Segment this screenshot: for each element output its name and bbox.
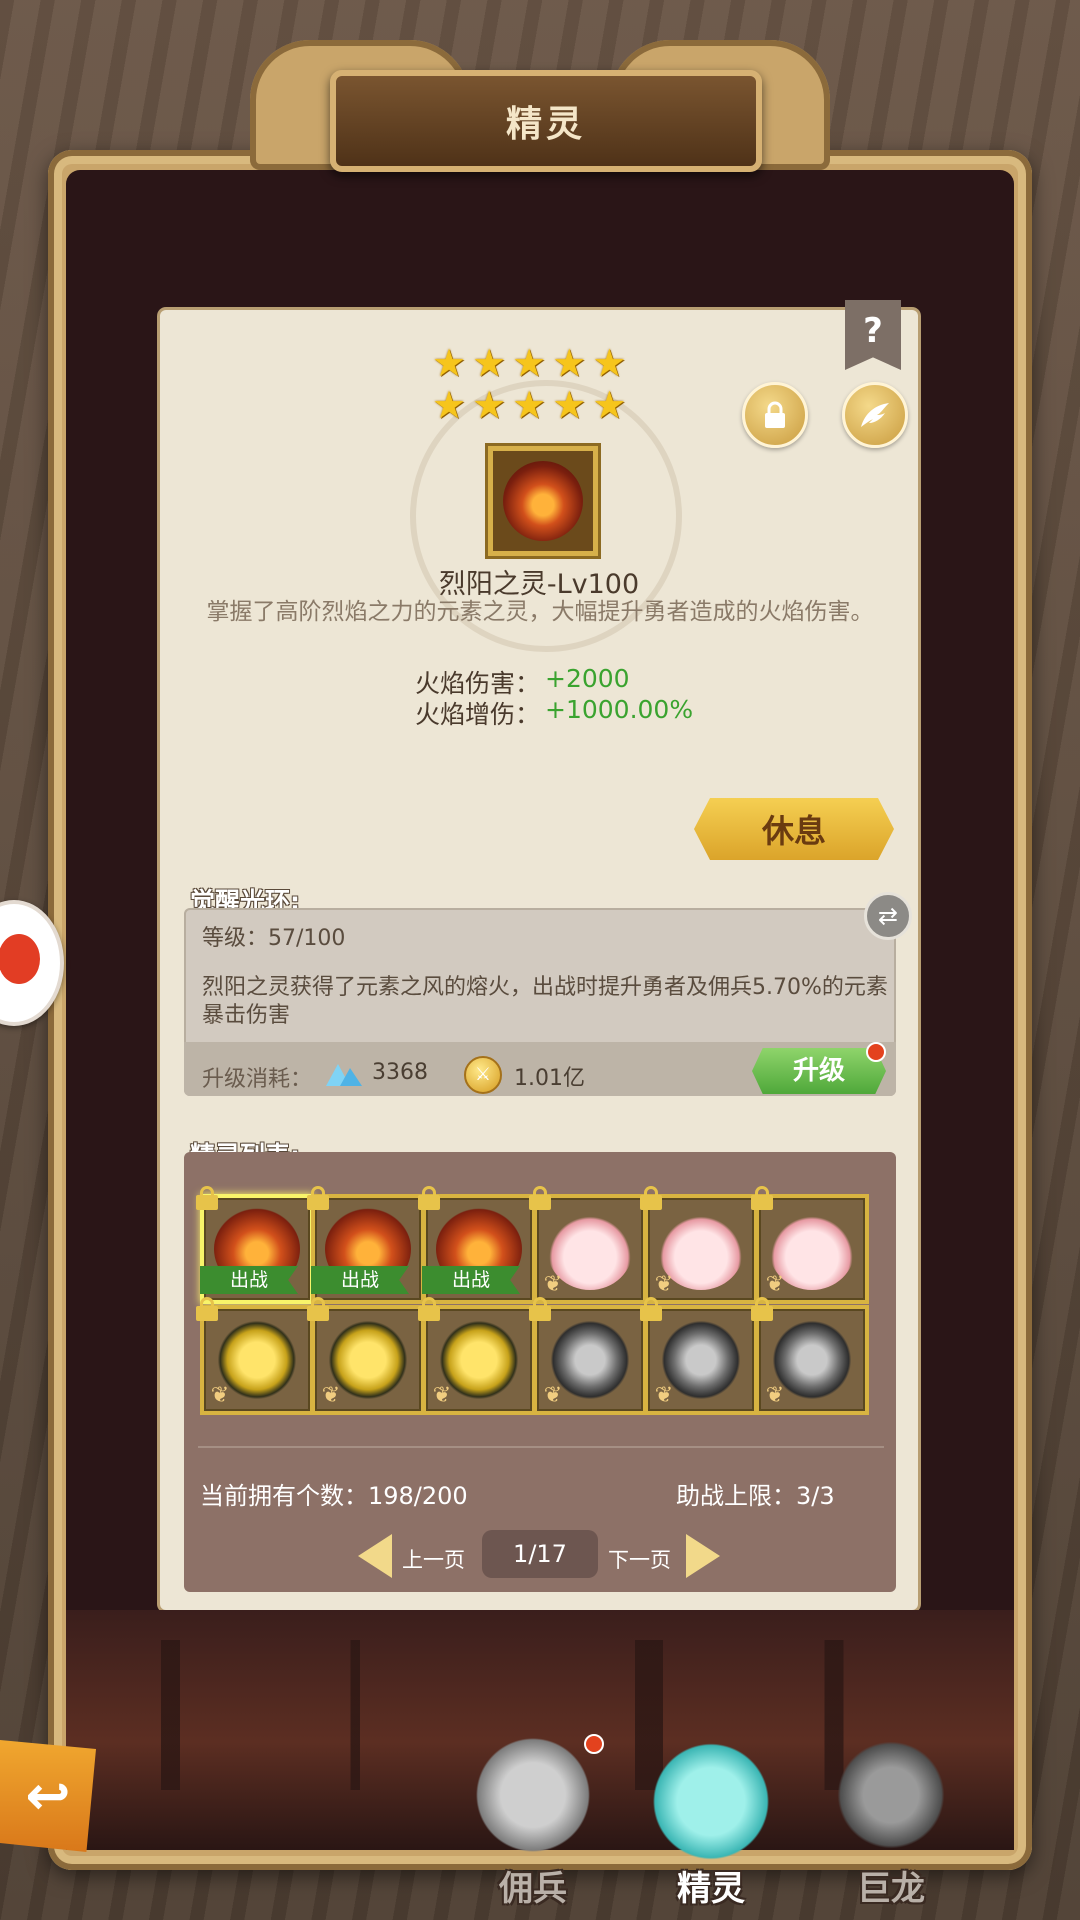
crystal-cost: 3368 xyxy=(372,1060,428,1085)
star-icon: ★ xyxy=(592,383,627,427)
star-icon: ★ xyxy=(512,383,547,427)
rank-badge-icon: ❦ xyxy=(210,1383,230,1408)
spirit-slot[interactable]: ❦ xyxy=(196,1297,314,1415)
star-icon: ★ xyxy=(432,383,467,427)
aura-level: 等级：57/100 xyxy=(202,926,346,951)
lock-icon xyxy=(307,1297,329,1321)
stat-value: +2000 xyxy=(545,664,630,693)
spirit-slot[interactable]: 出战 xyxy=(196,1186,314,1304)
lock-icon xyxy=(529,1186,551,1210)
back-button[interactable]: ↩ xyxy=(0,1740,96,1852)
tab-label: 巨龙 xyxy=(857,1869,925,1909)
aura-description: 烈阳之灵获得了元素之风的熔火，出战时提升勇者及佣兵5.70%的元素暴击伤害 xyxy=(202,975,888,1028)
awaken-button[interactable] xyxy=(842,382,908,448)
lock-icon xyxy=(307,1186,329,1210)
rank-badge-icon: ❦ xyxy=(321,1383,341,1408)
lock-icon xyxy=(196,1297,218,1321)
rank-badge-icon: ❦ xyxy=(765,1272,785,1297)
owned-count: 当前拥有个数：198/200 xyxy=(200,1482,468,1510)
rank-badge-icon: ❦ xyxy=(543,1383,563,1408)
spirit-slot[interactable]: 出战 xyxy=(307,1186,425,1304)
page-title: 精灵 xyxy=(505,104,586,145)
star-icon: ★ xyxy=(552,341,587,385)
star-icon: ★ xyxy=(432,341,467,385)
dragon-icon xyxy=(826,1730,956,1860)
page-indicator: 1/17 xyxy=(482,1530,598,1578)
spirit-slot[interactable]: ❦ xyxy=(640,1186,758,1304)
sword-shield-icon xyxy=(468,1730,598,1860)
star-icon: ★ xyxy=(472,341,507,385)
lock-icon xyxy=(418,1186,440,1210)
divider xyxy=(198,1446,884,1448)
spirit-slot[interactable]: ❦ xyxy=(640,1297,758,1415)
spirit-portrait xyxy=(488,446,598,556)
rank-badge-icon: ❦ xyxy=(654,1383,674,1408)
fire-spirit-icon xyxy=(503,461,583,541)
rest-button[interactable]: 休息 xyxy=(694,798,894,860)
tab-spirit[interactable]: 精灵 xyxy=(636,1730,786,1920)
next-page-button[interactable]: 下一页 xyxy=(608,1544,671,1574)
spirit-slot[interactable]: ❦ xyxy=(418,1297,536,1415)
lock-icon xyxy=(751,1186,773,1210)
spirit-blob-icon xyxy=(646,1730,776,1860)
swap-icon: ⇄ xyxy=(877,902,899,930)
deployed-tag: 出战 xyxy=(311,1266,409,1294)
rank-badge-icon: ❦ xyxy=(654,1272,674,1297)
prev-page-button[interactable]: 上一页 xyxy=(402,1544,465,1574)
crystal-icon xyxy=(326,1064,362,1086)
lock-icon xyxy=(196,1186,218,1210)
lock-icon xyxy=(640,1297,662,1321)
tab-label: 佣兵 xyxy=(499,1869,567,1909)
spirit-slot[interactable]: ❦ xyxy=(751,1297,869,1415)
spirit-slot[interactable]: ❦ xyxy=(307,1297,425,1415)
tab-dragon[interactable]: 巨龙 xyxy=(816,1730,966,1920)
rank-badge-icon: ❦ xyxy=(432,1383,452,1408)
rank-badge-icon: ❦ xyxy=(543,1272,563,1297)
spirit-slot[interactable]: ❦ xyxy=(751,1186,869,1304)
star-icon: ★ xyxy=(592,341,627,385)
stat-value: +1000.00% xyxy=(545,695,694,724)
lock-button[interactable] xyxy=(742,382,808,448)
stat-label: 火焰增伤： xyxy=(414,700,540,729)
assist-limit: 助战上限：3/3 xyxy=(676,1482,835,1510)
lock-icon xyxy=(765,401,785,428)
star-icon: ★ xyxy=(472,383,507,427)
spirit-description: 掌握了高阶烈焰之力的元素之灵，大幅提升勇者造成的火焰伤害。 xyxy=(206,599,874,625)
gold-coin-icon: ⚔ xyxy=(464,1056,502,1094)
star-icon: ★ xyxy=(552,383,587,427)
tab-label: 精灵 xyxy=(677,1869,745,1909)
spirit-slot[interactable]: 出战 xyxy=(418,1186,536,1304)
spirit-slot[interactable]: ❦ xyxy=(529,1186,647,1304)
notification-dot xyxy=(584,1734,604,1754)
gold-cost: 1.01亿 xyxy=(514,1066,585,1091)
lock-icon xyxy=(529,1297,551,1321)
tab-mercenary[interactable]: 佣兵 xyxy=(458,1730,608,1920)
deployed-tag: 出战 xyxy=(422,1266,520,1294)
notification-dot xyxy=(866,1042,886,1062)
spirit-slot[interactable]: ❦ xyxy=(529,1297,647,1415)
prev-page-arrow-icon[interactable] xyxy=(358,1534,392,1578)
lock-icon xyxy=(418,1297,440,1321)
next-page-arrow-icon[interactable] xyxy=(686,1534,720,1578)
spirit-name: 烈阳之灵-Lv100 xyxy=(438,569,640,600)
star-row-1: ★ ★ ★ ★ ★ xyxy=(432,344,652,382)
switch-aura-button[interactable]: ⇄ xyxy=(864,892,912,940)
upgrade-cost-label: 升级消耗： xyxy=(202,1067,313,1092)
lock-icon xyxy=(640,1186,662,1210)
title-plate: 精灵 xyxy=(330,70,762,172)
star-row-2: ★ ★ ★ ★ ★ xyxy=(432,386,652,424)
return-arrow-icon: ↩ xyxy=(25,1764,71,1827)
star-icon: ★ xyxy=(512,341,547,385)
wing-icon xyxy=(861,403,889,427)
rank-badge-icon: ❦ xyxy=(765,1383,785,1408)
lock-icon xyxy=(751,1297,773,1321)
deployed-tag: 出战 xyxy=(200,1266,298,1294)
